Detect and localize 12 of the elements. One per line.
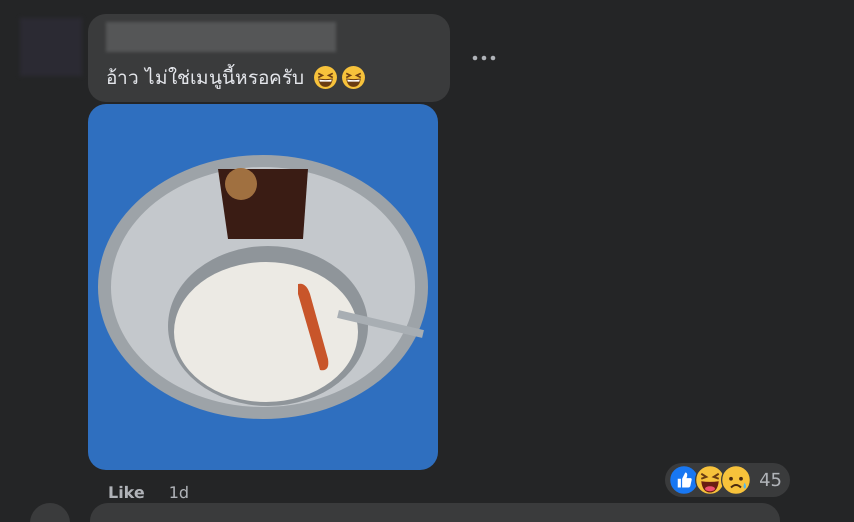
reactions-summary[interactable]: 45 — [665, 463, 790, 497]
food-plate-photo[interactable] — [88, 104, 438, 470]
laughing-emoji-icon — [313, 64, 338, 90]
sad-emoji-icon — [721, 465, 752, 495]
laughing-emoji-icon — [695, 465, 726, 495]
comment-time[interactable]: 1d — [168, 483, 190, 502]
comment-text: อ้าว ไม่ใช่เมนูนี้หรอครับ — [106, 62, 304, 92]
more-options-icon[interactable] — [472, 55, 496, 61]
thumbs-up-icon — [669, 465, 700, 495]
like-link[interactable]: Like — [108, 483, 145, 502]
reaction-count: 45 — [759, 470, 782, 490]
laughing-emoji-icon — [341, 64, 366, 90]
